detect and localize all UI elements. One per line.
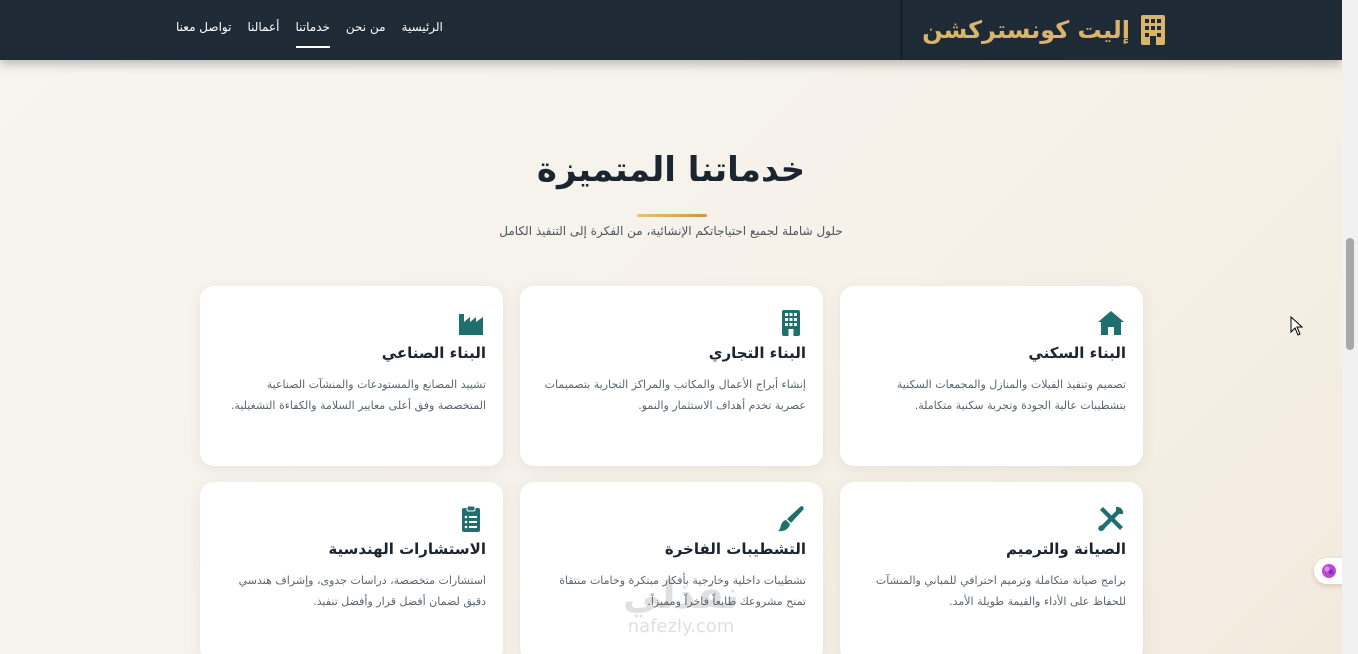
brand-name: إليت كونستركشن: [922, 16, 1130, 44]
service-title: البناء السكني: [1028, 344, 1126, 362]
service-card-finishing[interactable]: التشطيبات الفاخرة تشطيبات داخلية وخارجية…: [520, 482, 823, 654]
building-icon: [1141, 15, 1165, 45]
tools-icon: [1098, 506, 1124, 532]
mouse-cursor-icon: [1290, 316, 1304, 336]
service-description: استشارات متخصصة، دراسات جدوى، وإشراف هند…: [238, 574, 486, 608]
service-card-residential[interactable]: البناء السكني تصميم وتنفيذ الفيلات والمن…: [840, 286, 1143, 466]
nav-services[interactable]: خدماتنا: [295, 20, 331, 48]
service-title: البناء الصناعي: [381, 344, 486, 362]
service-card-consulting[interactable]: الاستشارات الهندسية استشارات متخصصة، درا…: [200, 482, 503, 654]
nav-home[interactable]: الرئيسية: [402, 20, 443, 48]
factory-icon: [459, 314, 483, 335]
title-underline: [637, 214, 707, 217]
service-description: تصميم وتنفيذ الفيلات والمنازل والمجمعات …: [896, 378, 1126, 412]
service-title: التشطيبات الفاخرة: [664, 540, 806, 558]
brain-icon: [1322, 564, 1336, 578]
site-header: إليت كونستركشن الرئيسية من نحن خدماتنا أ…: [0, 0, 1342, 60]
floating-assistant-button[interactable]: [1314, 558, 1344, 584]
service-title: البناء التجاري: [708, 344, 806, 362]
service-card-industrial[interactable]: البناء الصناعي تشييد المصانع والمستودعات…: [200, 286, 503, 466]
service-title: الصيانة والترميم: [1006, 540, 1126, 558]
service-title: الاستشارات الهندسية: [328, 540, 486, 558]
nav-contact[interactable]: تواصل معنا: [176, 20, 231, 48]
header-divider: [900, 0, 903, 60]
service-description: إنشاء أبراج الأعمال والمكاتب والمراكز ال…: [544, 378, 806, 412]
page-scrollbar[interactable]: [1342, 0, 1358, 654]
scrollbar-thumb[interactable]: [1346, 238, 1354, 350]
service-description: تشطيبات داخلية وخارجية بأفكار مبتكرة وخا…: [559, 574, 806, 608]
service-card-commercial[interactable]: البناء التجاري إنشاء أبراج الأعمال والمك…: [520, 286, 823, 466]
service-description: تشييد المصانع والمستودعات والمنشآت الصنا…: [230, 378, 486, 412]
service-card-maintenance[interactable]: الصيانة والترميم برامج صيانة متكاملة وتر…: [840, 482, 1143, 654]
service-description: برامج صيانة متكاملة وترميم احترافي للمبا…: [875, 574, 1126, 608]
nav-about[interactable]: من نحن: [346, 20, 386, 48]
office-building-icon: [782, 310, 800, 336]
home-icon: [1098, 311, 1124, 335]
main-nav: الرئيسية من نحن خدماتنا أعمالنا تواصل مع…: [176, 20, 443, 48]
brand-logo[interactable]: إليت كونستركشن: [922, 12, 1166, 48]
section-title: خدماتنا المتميزة: [536, 150, 806, 190]
paint-brush-icon: [778, 505, 804, 532]
section-subtitle: حلول شاملة لجميع احتياجاتكم الإنشائية، م…: [499, 224, 843, 238]
nav-projects[interactable]: أعمالنا: [247, 20, 279, 48]
clipboard-list-icon: [462, 505, 480, 532]
